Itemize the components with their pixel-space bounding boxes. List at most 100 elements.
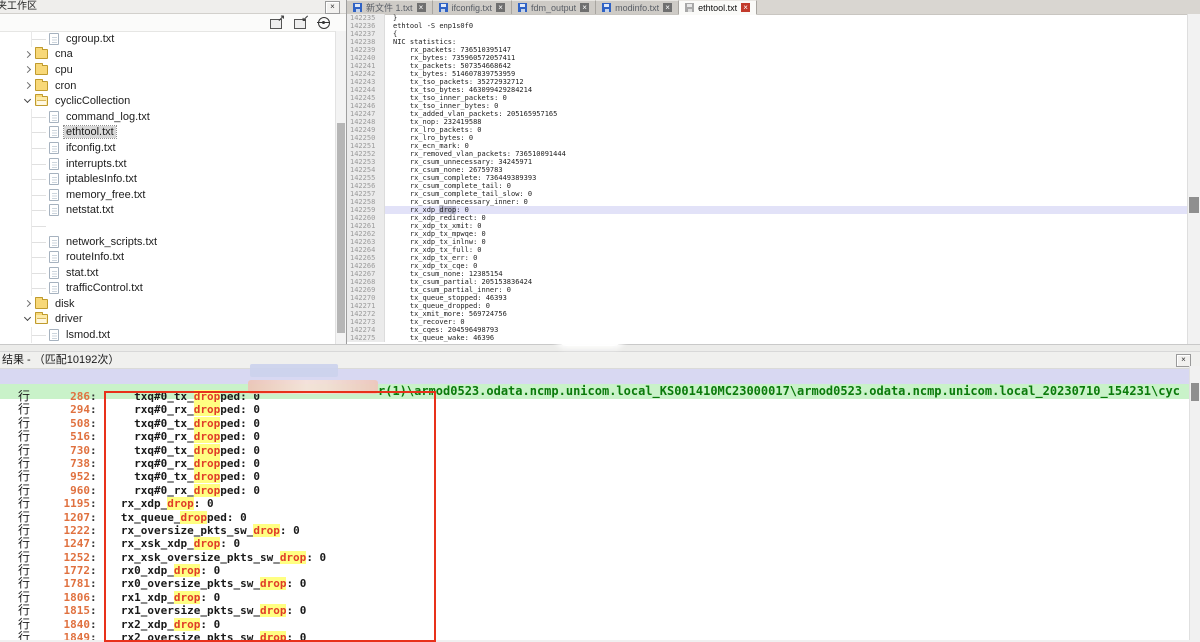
chevron-right-icon[interactable]: [22, 79, 35, 92]
tree-item-routeinfo-txt[interactable]: routeInfo.txt: [0, 249, 336, 265]
editor-line[interactable]: 142275 tx_queue_wake: 46396: [347, 334, 1188, 342]
editor-line[interactable]: 142270 tx_queue_stopped: 46393: [347, 294, 1188, 302]
result-row-line-516[interactable]: 行516: rxq#0_rx_dropped: 0: [0, 430, 1190, 443]
editor-line[interactable]: 142271 tx_queue_dropped: 0: [347, 302, 1188, 310]
result-row-line-1195[interactable]: 行1195: rx_xdp_drop: 0: [0, 497, 1190, 510]
chevron-right-icon[interactable]: [22, 48, 35, 61]
tree-item-cron[interactable]: cron: [0, 78, 336, 94]
tree-item-memory-free-txt[interactable]: memory_free.txt: [0, 187, 336, 203]
tree-item-driver[interactable]: driver: [0, 312, 336, 328]
tree-item-interrupts-txt[interactable]: interrupts.txt: [0, 156, 336, 172]
result-row-line-1781[interactable]: 行1781: rx0_oversize_pkts_sw_drop: 0: [0, 577, 1190, 590]
editor-line[interactable]: 142242 tx_bytes: 514607839753959: [347, 70, 1188, 78]
tree-item-ifconfig-txt[interactable]: ifconfig.txt: [0, 140, 336, 156]
tree-item-netstat-txt[interactable]: netstat.txt: [0, 203, 336, 219]
editor-line[interactable]: 142254 rx_csum_none: 26759783: [347, 166, 1188, 174]
editor-line[interactable]: 142243 tx_tso_packets: 35272932712: [347, 78, 1188, 86]
editor-line[interactable]: 142245 tx_tso_inner_packets: 0: [347, 94, 1188, 102]
editor-line[interactable]: 142274 tx_cqes: 204596498793: [347, 326, 1188, 334]
result-row-line-730[interactable]: 行730: txq#0_tx_dropped: 0: [0, 444, 1190, 457]
expand-all-icon[interactable]: [270, 17, 284, 29]
editor-line[interactable]: 142267 tx_csum_none: 12385154: [347, 270, 1188, 278]
result-row-line-1252[interactable]: 行1252: rx_xsk_oversize_pkts_sw_drop: 0: [0, 551, 1190, 564]
result-row-line-294[interactable]: 行294: rxq#0_rx_dropped: 0: [0, 403, 1190, 416]
editor-scrollbar-thumb[interactable]: [1189, 197, 1199, 213]
chevron-right-icon[interactable]: [22, 63, 35, 76]
editor-line[interactable]: 142238NIC statistics:: [347, 38, 1188, 46]
collapse-all-icon[interactable]: [294, 17, 308, 29]
locate-file-icon[interactable]: [318, 17, 330, 29]
result-row-line-1815[interactable]: 行1815: rx1_oversize_pkts_sw_drop: 0: [0, 604, 1190, 617]
editor-line[interactable]: 142265 rx_xdp_tx_err: 0: [347, 254, 1188, 262]
editor-lines[interactable]: 142235}142236ethtool -S enp1s0f0142237{1…: [347, 14, 1188, 344]
editor-line[interactable]: 142266 rx_xdp_tx_cqe: 0: [347, 262, 1188, 270]
editor-line[interactable]: 142268 tx_csum_partial: 205153836424: [347, 278, 1188, 286]
editor-line[interactable]: 142259 rx_xdp_drop: 0: [347, 206, 1188, 214]
result-row-line-1772[interactable]: 行1772: rx0_xdp_drop: 0: [0, 564, 1190, 577]
tab-ifconfig-txt[interactable]: ifconfig.txt×: [433, 0, 513, 14]
editor-line[interactable]: 142251 rx_ecn_mark: 0: [347, 142, 1188, 150]
editor-line[interactable]: 142253 rx_csum_unnecessary: 34245971: [347, 158, 1188, 166]
tree-item-network-scripts-txt[interactable]: network_scripts.txt: [0, 234, 336, 250]
chevron-down-icon[interactable]: [22, 95, 35, 108]
tree-item-disk[interactable]: disk: [0, 296, 336, 312]
tab-modinfo-txt[interactable]: modinfo.txt×: [596, 0, 679, 14]
editor-line[interactable]: 142236ethtool -S enp1s0f0: [347, 22, 1188, 30]
editor-line[interactable]: 142252 rx_removed_vlan_packets: 73651009…: [347, 150, 1188, 158]
editor-line[interactable]: 142263 rx_xdp_tx_inlnw: 0: [347, 238, 1188, 246]
editor-line[interactable]: 142264 rx_xdp_tx_full: 0: [347, 246, 1188, 254]
editor-line[interactable]: 142273 tx_recover: 0: [347, 318, 1188, 326]
tree-item-redacted[interactable]: [0, 218, 336, 234]
editor-line[interactable]: 142248 tx_nop: 232419588: [347, 118, 1188, 126]
result-row-line-1840[interactable]: 行1840: rx2_xdp_drop: 0: [0, 618, 1190, 631]
tab-1-txt[interactable]: 新文件 1.txt×: [347, 0, 433, 14]
result-row-line-286[interactable]: 行286: txq#0_tx_dropped: 0: [0, 390, 1190, 403]
editor-line[interactable]: 142247 tx_added_vlan_packets: 2051659571…: [347, 110, 1188, 118]
result-row-line-960[interactable]: 行960: rxq#0_rx_dropped: 0: [0, 484, 1190, 497]
result-row-line-952[interactable]: 行952: txq#0_tx_dropped: 0: [0, 470, 1190, 483]
tab-ethtool-txt[interactable]: ethtool.txt×: [679, 0, 757, 15]
editor-line[interactable]: 142250 rx_lro_bytes: 0: [347, 134, 1188, 142]
editor-line[interactable]: 142257 rx_csum_complete_tail_slow: 0: [347, 190, 1188, 198]
tree-item-command-log-txt[interactable]: command_log.txt: [0, 109, 336, 125]
tree-item-iptablesinfo-txt[interactable]: iptablesInfo.txt: [0, 171, 336, 187]
result-row-line-1207[interactable]: 行1207: tx_queue_dropped: 0: [0, 511, 1190, 524]
chevron-right-icon[interactable]: [22, 297, 35, 310]
editor-line[interactable]: 142261 rx_xdp_tx_xmit: 0: [347, 222, 1188, 230]
editor-line[interactable]: 142262 rx_xdp_tx_mpwqe: 0: [347, 230, 1188, 238]
tab-close-icon[interactable]: ×: [417, 3, 426, 12]
editor-line[interactable]: 142272 tx_xmit_more: 569724756: [347, 310, 1188, 318]
tree-item-ethtool-txt[interactable]: ethtool.txt: [0, 125, 336, 141]
tree-item-cpu[interactable]: cpu: [0, 62, 336, 78]
editor-line[interactable]: 142244 tx_tso_bytes: 463099429284214: [347, 86, 1188, 94]
results-scrollbar[interactable]: [1189, 366, 1200, 640]
editor-line[interactable]: 142255 rx_csum_complete: 736449389393: [347, 174, 1188, 182]
editor-line[interactable]: 142256 rx_csum_complete_tail: 0: [347, 182, 1188, 190]
results-scrollbar-thumb[interactable]: [1191, 383, 1199, 401]
tab-fdm-output[interactable]: fdm_output×: [512, 0, 596, 14]
editor-line[interactable]: 142237{: [347, 30, 1188, 38]
tree-item-cna[interactable]: cna: [0, 47, 336, 63]
chevron-down-icon[interactable]: [22, 313, 35, 326]
tree-scrollbar-thumb[interactable]: [337, 123, 345, 333]
tree-item-stat-txt[interactable]: stat.txt: [0, 265, 336, 281]
editor-line[interactable]: 142258 rx_csum_unnecessary_inner: 0: [347, 198, 1188, 206]
editor-line[interactable]: 142239 rx_packets: 736510395147: [347, 46, 1188, 54]
result-row-line-508[interactable]: 行508: txq#0_tx_dropped: 0: [0, 417, 1190, 430]
result-row-line-1849[interactable]: 行1849: rx2_oversize_pkts_sw_drop: 0: [0, 631, 1190, 640]
editor-line[interactable]: 142241 tx_packets: 507354668642: [347, 62, 1188, 70]
workspace-close-icon[interactable]: ×: [325, 1, 340, 14]
editor-scrollbar[interactable]: [1187, 14, 1200, 344]
editor-line[interactable]: 142235}: [347, 14, 1188, 22]
result-row-line-1222[interactable]: 行1222: rx_oversize_pkts_sw_drop: 0: [0, 524, 1190, 537]
tab-close-icon[interactable]: ×: [663, 3, 672, 12]
result-row-line-738[interactable]: 行738: rxq#0_rx_dropped: 0: [0, 457, 1190, 470]
result-row-line-1806[interactable]: 行1806: rx1_xdp_drop: 0: [0, 591, 1190, 604]
editor-line[interactable]: 142240 rx_bytes: 735960572057411: [347, 54, 1188, 62]
tree-item-trafficcontrol-txt[interactable]: trafficControl.txt: [0, 281, 336, 297]
tree-item-cycliccollection[interactable]: cyclicCollection: [0, 93, 336, 109]
tree-item-cgroup-txt[interactable]: cgroup.txt: [0, 31, 336, 47]
tree-item-lsmod-txt[interactable]: lsmod.txt: [0, 327, 336, 343]
tab-close-icon[interactable]: ×: [580, 3, 589, 12]
editor-line[interactable]: 142269 tx_csum_partial_inner: 0: [347, 286, 1188, 294]
